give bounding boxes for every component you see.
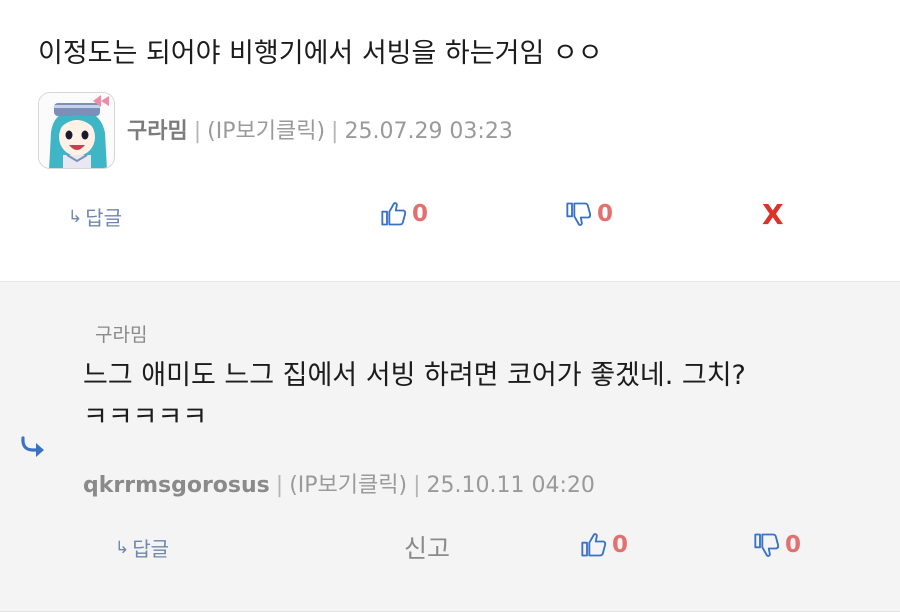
comment: 이정도는 되어야 비행기에서 서빙을 하는거임 ㅇㅇ 구라밈 | (IP보기클릭) |… [0, 0, 900, 281]
thumbs-down-icon [754, 533, 780, 557]
ip-view-link[interactable]: (IP보기클릭) [207, 119, 325, 144]
reply-text: 느그 애미도 느그 집에서 서빙 하려면 코어가 좋겠네. 그치? ㅋㅋㅋㅋㅋ [83, 355, 863, 439]
separator: | [193, 119, 202, 144]
reply-comment: 구라밈 느그 애미도 느그 집에서 서빙 하려면 코어가 좋겠네. 그치? ㅋㅋ… [0, 282, 900, 612]
reply-text-line: ㅋㅋㅋㅋㅋ [83, 402, 208, 433]
reply-button[interactable]: ↳ 답글 [115, 533, 169, 562]
nested-reply-arrow-icon [21, 436, 44, 457]
ip-view-link[interactable]: (IP보기클릭) [289, 473, 407, 498]
reply-button-label: 답글 [85, 206, 123, 230]
downvote-count: 0 [597, 201, 614, 227]
reply-to-nickname: 구라밈 [95, 324, 148, 346]
downvote-button[interactable]: 0 [753, 531, 801, 559]
downvote-count: 0 [785, 532, 802, 558]
separator: | [275, 473, 284, 498]
comment-text: 이정도는 되어야 비행기에서 서빙을 하는거임 ㅇㅇ [38, 38, 603, 69]
reply-text-line: 느그 애미도 느그 집에서 서빙 하려면 코어가 좋겠네. 그치? [83, 360, 746, 391]
thumbs-down-icon [566, 202, 592, 226]
reply-nickname[interactable]: qkrrmsgorosus [83, 473, 270, 498]
avatar[interactable] [38, 92, 115, 169]
separator: | [413, 473, 421, 498]
comment-meta: 구라밈 | (IP보기클릭) | 25.07.29 03:23 [127, 116, 513, 148]
comment-nickname[interactable]: 구라밈 [127, 119, 188, 144]
comment-datetime: 25.07.29 03:23 [344, 119, 513, 144]
upvote-count: 0 [412, 201, 429, 227]
thumbs-up-icon [581, 533, 607, 557]
reply-button[interactable]: ↳ 답글 [68, 202, 122, 231]
reply-datetime: 25.10.11 04:20 [426, 473, 595, 498]
reply-button-label: 답글 [132, 537, 170, 561]
separator: | [331, 119, 339, 144]
upvote-button[interactable]: 0 [380, 200, 428, 228]
downvote-button[interactable]: 0 [565, 200, 613, 228]
delete-button[interactable]: X [762, 198, 784, 231]
reply-arrow-icon: ↳ [68, 206, 83, 227]
upvote-button[interactable]: 0 [580, 531, 628, 559]
reply-meta: qkrrmsgorosus | (IP보기클릭) | 25.10.11 04:20 [83, 470, 595, 502]
reply-arrow-icon: ↳ [115, 537, 130, 558]
thumbs-up-icon [381, 202, 407, 226]
report-button[interactable]: 신고 [404, 529, 450, 565]
avatar-image [39, 93, 114, 168]
upvote-count: 0 [612, 532, 629, 558]
